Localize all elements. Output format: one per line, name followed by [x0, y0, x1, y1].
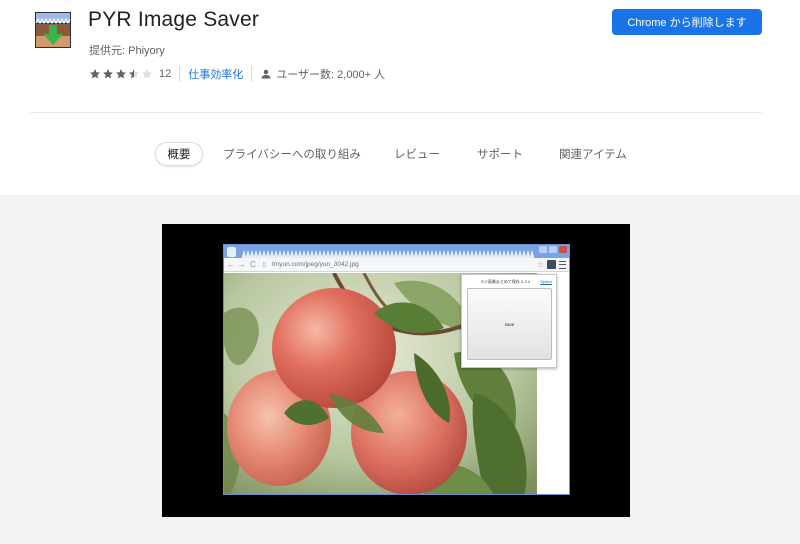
rating-stars[interactable]: [89, 68, 153, 80]
window-buttons: [539, 246, 567, 253]
rating-count[interactable]: 12: [159, 68, 171, 80]
titlebar-pattern: [224, 245, 569, 258]
star-half-icon: [129, 69, 139, 79]
forward-icon: →: [238, 260, 246, 269]
user-count: ユーザー数: 2,000+ 人: [276, 69, 386, 81]
minimize-icon: [539, 246, 547, 253]
tab-overview[interactable]: 概要: [155, 142, 203, 166]
browser-titlebar: [224, 245, 569, 258]
user-icon: [261, 69, 271, 79]
meta-row: 12 仕事効率化 ユーザー数: 2,000+ 人: [89, 66, 385, 82]
address-bar: tmyun.com/jpeg/yun_3042.jpg: [272, 261, 359, 268]
star-full-icon: [90, 69, 100, 79]
extension-title: PYR Image Saver: [88, 8, 260, 31]
detail-tabs: 概要 プライバシーへの取り組み レビュー サポート 関連アイテム: [0, 142, 800, 168]
toolbar-right: ☆: [537, 260, 566, 269]
browser-toolbar: ← → C ▯ tmyun.com/jpeg/yun_3042.jpg ☆: [224, 258, 569, 272]
tab-related[interactable]: 関連アイテム: [556, 142, 630, 166]
category-link[interactable]: 仕事効率化: [188, 66, 243, 82]
maximize-icon: [549, 246, 557, 253]
tab-support[interactable]: サポート: [473, 142, 527, 166]
screenshot-frame[interactable]: ← → C ▯ tmyun.com/jpeg/yun_3042.jpg ☆ ラジ…: [162, 224, 630, 517]
popup-title: ラジ画像まとめて保存 0.3.4: [480, 279, 530, 284]
header-divider: [30, 112, 762, 113]
menu-icon: [559, 260, 566, 269]
back-icon: ←: [227, 260, 235, 269]
meta-separator: [179, 66, 181, 82]
tab-reviews[interactable]: レビュー: [390, 142, 444, 166]
tab-privacy[interactable]: プライバシーへの取り組み: [223, 142, 361, 166]
popup-option-link: Option: [540, 279, 552, 284]
star-full-icon: [103, 69, 113, 79]
star-full-icon: [116, 69, 126, 79]
star-empty-icon: [142, 69, 152, 79]
app-icon: [35, 12, 71, 48]
screenshot-browser-window: ← → C ▯ tmyun.com/jpeg/yun_3042.jpg ☆ ラジ…: [223, 244, 570, 495]
close-icon: [559, 246, 567, 253]
provider-label: 提供元: Phiyory: [89, 45, 165, 57]
screenshot-gallery: ← → C ▯ tmyun.com/jpeg/yun_3042.jpg ☆ ラジ…: [0, 195, 800, 544]
page-icon: ▯: [262, 262, 266, 268]
meta-separator: [251, 66, 253, 82]
popup-save-button: save: [467, 288, 552, 360]
extension-popup: ラジ画像まとめて保存 0.3.4 Option save: [461, 274, 557, 368]
bookmark-star-icon: ☆: [536, 260, 544, 269]
extension-icon: [547, 260, 556, 269]
reload-icon: C: [250, 260, 256, 269]
remove-from-chrome-button[interactable]: Chrome から削除します: [612, 9, 762, 35]
extension-header: PYR Image Saver 提供元: Phiyory 12 仕事効率化 ユー…: [0, 0, 800, 195]
